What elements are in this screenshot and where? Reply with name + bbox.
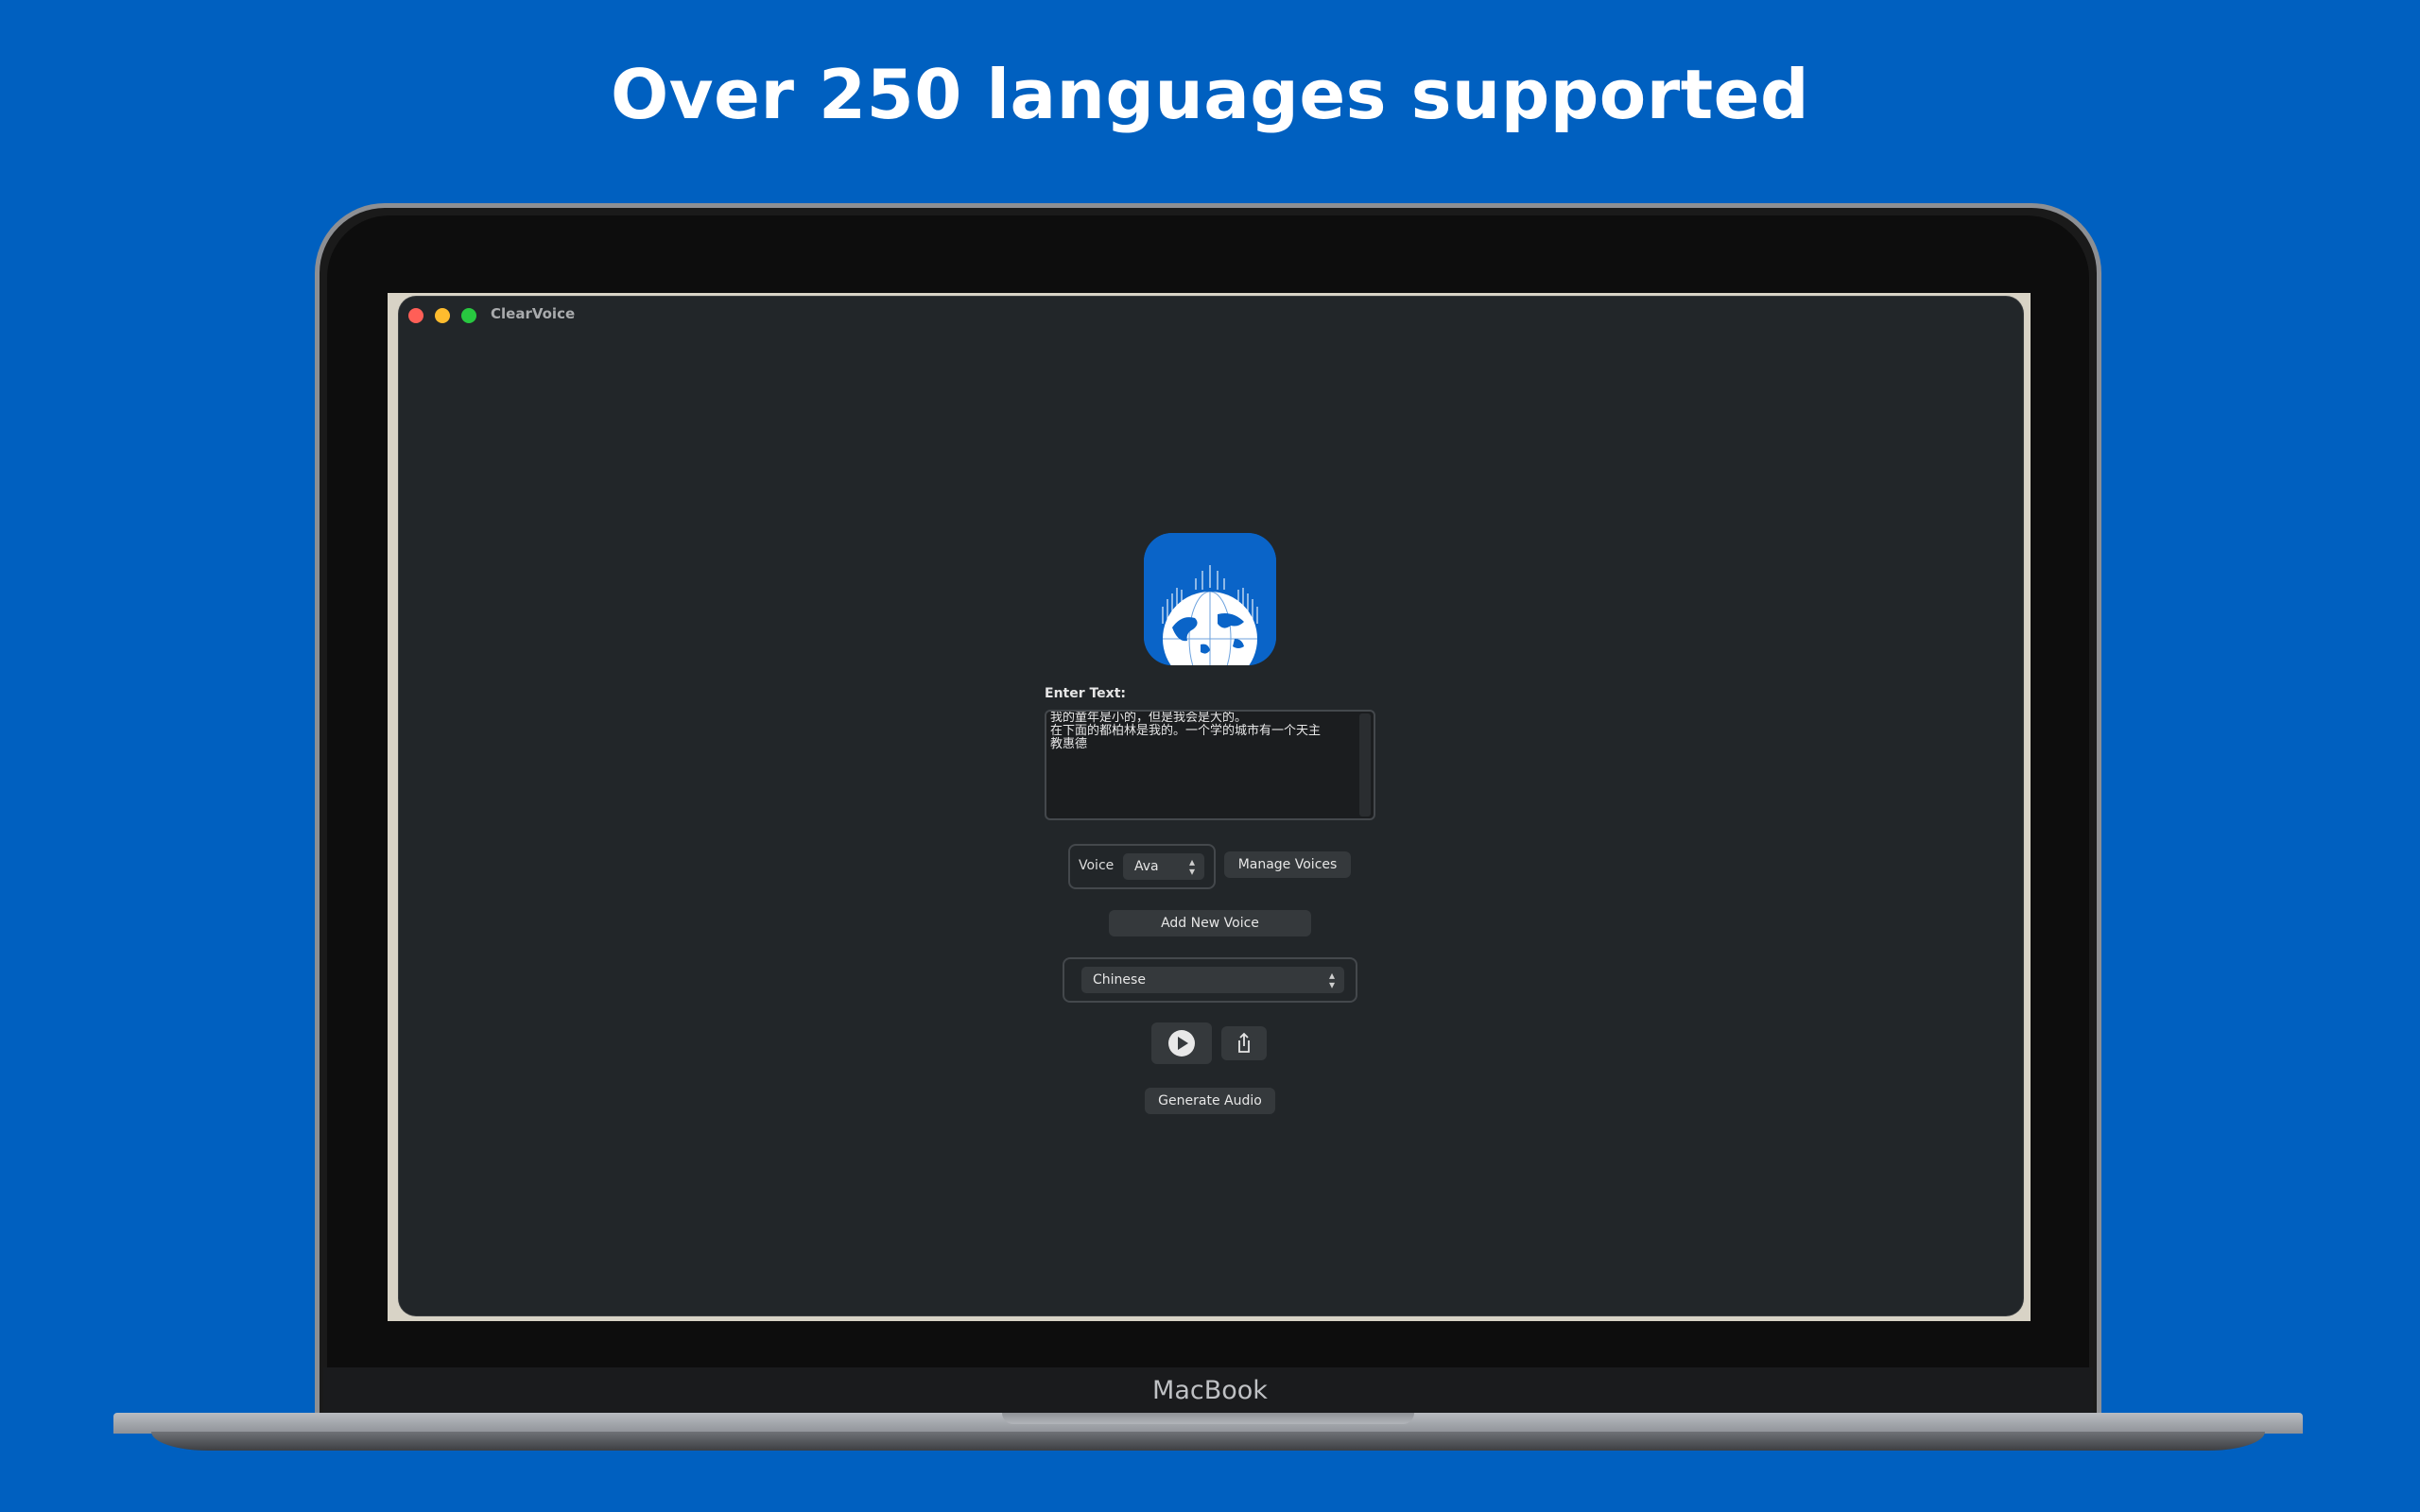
- language-select[interactable]: Chinese ▴ ▾: [1081, 967, 1344, 993]
- minimize-window-button[interactable]: [435, 308, 450, 323]
- play-icon: [1168, 1030, 1195, 1057]
- text-scrollbar[interactable]: [1359, 713, 1371, 816]
- voice-label: Voice: [1079, 858, 1115, 873]
- language-picker-group: Chinese ▴ ▾: [1063, 957, 1357, 1003]
- device-label: MacBook: [1152, 1376, 1268, 1405]
- maximize-window-button[interactable]: [461, 308, 476, 323]
- add-new-voice-button[interactable]: Add New Voice: [1109, 910, 1311, 936]
- close-window-button[interactable]: [408, 308, 424, 323]
- play-button[interactable]: [1151, 1022, 1212, 1064]
- window-title: ClearVoice: [491, 305, 576, 322]
- voice-select[interactable]: Ava ▴ ▾: [1123, 853, 1204, 880]
- app-window: ClearVoice Enter Text: 我的童年是小的，但是我会是大的。 …: [399, 297, 2023, 1315]
- manage-voices-button[interactable]: Manage Voices: [1224, 851, 1351, 878]
- titlebar: ClearVoice: [399, 297, 2023, 335]
- text-input[interactable]: 我的童年是小的，但是我会是大的。 在下面的都柏林是我的。一个学的城市有一个天主 …: [1045, 710, 1375, 820]
- text-input-value: 我的童年是小的，但是我会是大的。 在下面的都柏林是我的。一个学的城市有一个天主 …: [1050, 711, 1322, 751]
- laptop-base-bottom: [151, 1432, 2265, 1451]
- laptop-notch: [1002, 1413, 1414, 1424]
- enter-text-label: Enter Text:: [1045, 686, 1127, 701]
- chevron-updown-icon: ▴ ▾: [1328, 969, 1335, 991]
- voice-picker-group: Voice Ava ▴ ▾: [1068, 844, 1216, 889]
- generate-audio-button[interactable]: Generate Audio: [1145, 1088, 1275, 1114]
- language-select-value: Chinese: [1093, 972, 1146, 988]
- share-icon: [1238, 1032, 1250, 1053]
- globe-soundwave-icon: [1144, 533, 1276, 665]
- headline: Over 250 languages supported: [610, 55, 1810, 134]
- share-button[interactable]: [1221, 1026, 1267, 1060]
- voice-select-value: Ava: [1134, 859, 1159, 874]
- laptop-base: [113, 1413, 2303, 1451]
- chevron-updown-icon: ▴ ▾: [1188, 855, 1195, 878]
